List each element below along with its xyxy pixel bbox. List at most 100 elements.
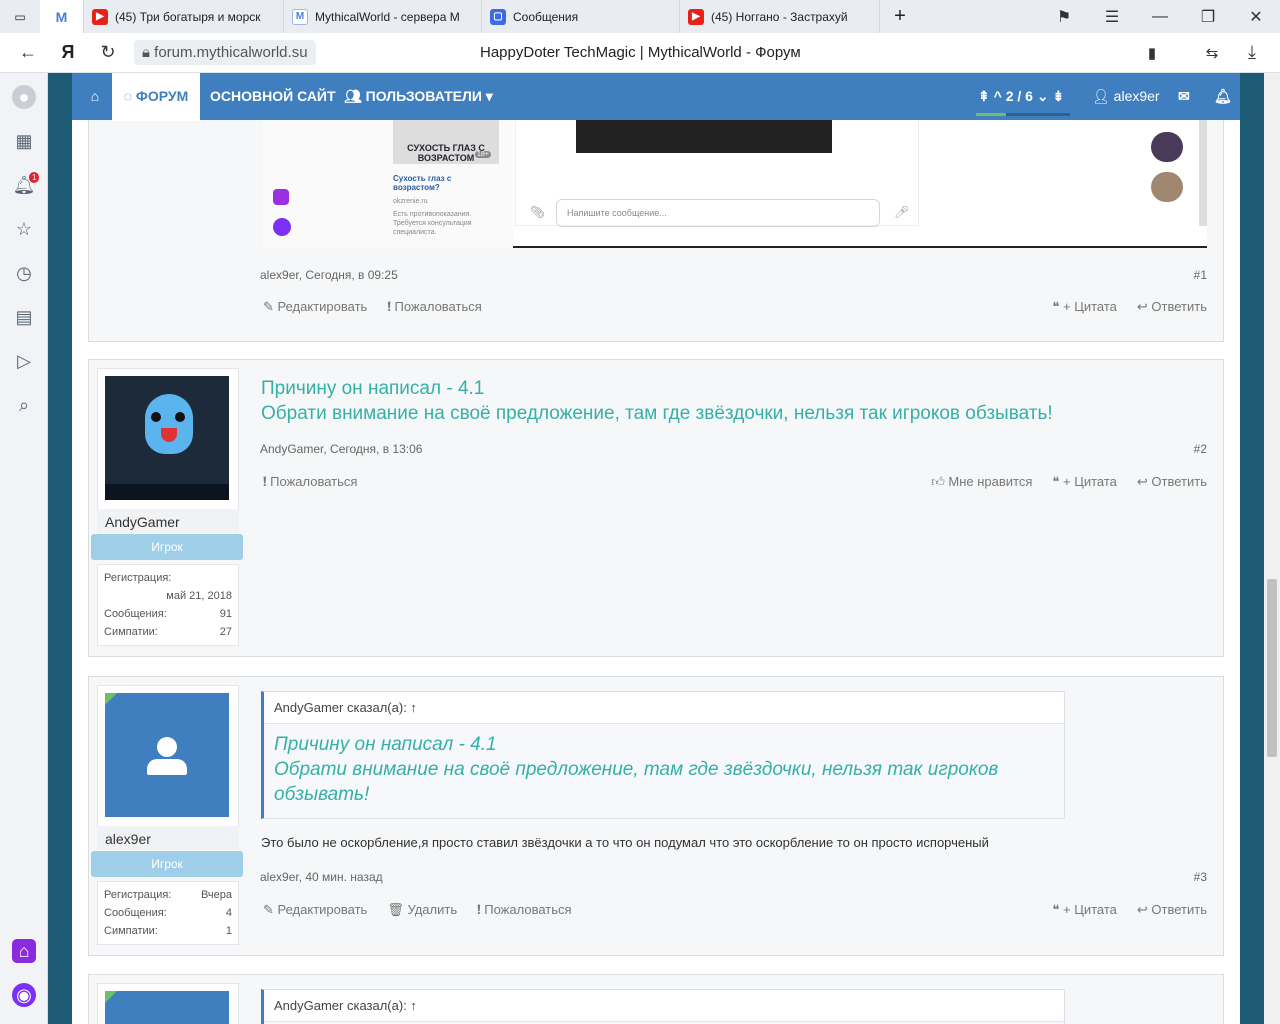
edit-button[interactable]: ✎ Редактировать [263,902,367,918]
post-number-link[interactable]: #3 [1194,870,1207,884]
user-icon: 👤︎ [1092,88,1114,104]
post-3: alex9er Игрок Регистрация: Вчера Сообщени… [88,676,1224,956]
reload-icon[interactable]: ↻ [88,42,128,63]
edit-label: Редактировать [277,299,368,314]
minimize-icon[interactable]: — [1136,0,1184,33]
alice-icon[interactable]: ◉ [12,983,36,1007]
stat-value: 27 [219,626,232,638]
delete-button[interactable]: 🗑︎ Удалить [387,902,457,918]
pager-text: 2 / 6 [1005,88,1033,104]
edit-label: Редактировать [277,902,368,917]
reply-button[interactable]: ↩ Ответить [1137,474,1207,490]
forum-container: ⌂ ◌ ФОРУМ ОСНОВНОЙ САЙТ 👥︎ ПОЛЬЗОВАТЕЛИ … [72,73,1240,1024]
report-button[interactable]: ❗︎ Пожаловаться [477,902,571,918]
stat-value: 91 [219,608,232,620]
inbox-icon[interactable]: ✉ [1178,73,1190,120]
market-icon[interactable]: ⌂ [12,939,36,963]
ad-site: okzrenie.ru [393,198,428,205]
favorites-icon[interactable]: ☆ [12,217,36,241]
tab-messages[interactable]: ▢ Сообщения [482,0,680,33]
ad-warning: Есть противопоказания. Требуется консуль… [393,211,472,236]
mythicalworld-icon: M [292,8,308,25]
nav-forum[interactable]: ◌ ФОРУМ [112,73,200,121]
alerts-icon[interactable]: 🔔︎ [1214,73,1232,120]
post-4: AndyGamer сказал(а): ↑ [88,974,1224,1024]
yandex-icon[interactable]: Я [48,42,88,63]
tab-label: Сообщения [513,9,579,24]
stat-label: Регистрация: [104,572,172,584]
url-text: forum.mythicalworld.su [154,44,308,61]
collections-icon[interactable]: ▤ [12,305,36,329]
menu-icon[interactable]: ☰ [1088,0,1136,33]
reply-label: Ответить [1151,474,1207,489]
edit-button[interactable]: ✎ Редактировать [263,299,367,315]
stat-value: 4 [225,907,232,919]
home-icon[interactable]: ⌂ [80,73,110,120]
reply-button[interactable]: ↩ Ответить [1137,902,1207,918]
mic-icon: 🎤︎ [894,205,910,219]
contact-avatar [1151,172,1183,202]
reply-icon: ↩ [1136,902,1152,917]
youtube-icon: ▶ [92,8,108,25]
embedded-video [576,115,832,153]
reply-button[interactable]: ↩ Ответить [1137,299,1207,315]
quote-icon: ❝ [1052,299,1064,314]
avatar[interactable] [105,693,229,817]
url-field[interactable]: 🔒︎ forum.mythicalworld.su [134,40,316,65]
like-button[interactable]: 👍︎ Мне нравится [931,474,1032,490]
tab-youtube-2[interactable]: ▶ (45) Ноггано - Застрахуй [680,0,880,33]
message-input: Напишите сообщение... [556,199,880,227]
youtube-icon: ▶ [688,8,704,25]
video-icon[interactable]: ▷ [12,349,36,373]
profile-icon[interactable]: ● [12,85,36,109]
web-page: ⌂ ◌ ФОРУМ ОСНОВНОЙ САЙТ 👥︎ ПОЛЬЗОВАТЕЛИ … [48,73,1264,1024]
pencil-icon: ✎ [263,902,278,917]
nav-users[interactable]: 👥︎ ПОЛЬЗОВАТЕЛИ ▾ [344,73,493,120]
page-scrollbar[interactable] [1264,73,1280,1024]
apps-grid-icon[interactable]: ▦ [12,129,36,153]
bookmark-icon[interactable]: ▮ [1132,44,1172,62]
download-icon[interactable]: ⤓ [1232,42,1272,63]
user-info: alex9er Игрок Регистрация: Вчера Сообщени… [91,685,243,949]
back-icon[interactable]: ← [8,42,48,63]
bookmarks-icon[interactable]: ⚑ [1040,0,1088,33]
report-button[interactable]: ❗︎ Пожаловаться [387,299,481,315]
scrollbar-thumb[interactable] [1267,579,1277,757]
search-doc-icon[interactable]: ⌕ [12,393,36,417]
messages-icon: ▢ [490,8,506,25]
translate-icon[interactable]: ⇆ [1192,44,1232,62]
nav-forum-label: ФОРУМ [135,88,189,104]
report-label: Пожаловаться [270,474,358,489]
avatar[interactable] [105,991,229,1024]
post-number-link[interactable]: #2 [1194,442,1207,456]
new-tab-button[interactable]: + [880,0,920,33]
report-button[interactable]: ❗︎ Пожаловаться [263,474,357,490]
tab-mythicalworld[interactable]: M MythicalWorld - сервера M [284,0,482,33]
post-meta: alex9er, 40 мин. назад [260,870,383,884]
quote-block: AndyGamer сказал(а): ↑ Причину он написа… [261,691,1065,819]
quote-header[interactable]: AndyGamer сказал(а): ↑ [264,692,1064,724]
sidebar-toggle-icon[interactable]: ▭ [0,0,40,33]
reply-label: Ответить [1151,902,1207,917]
username[interactable]: alex9er [97,826,239,850]
restore-icon[interactable]: ❐ [1184,0,1232,33]
tab-pinned-mail[interactable]: M [40,0,84,33]
user-menu[interactable]: 👤︎ alex9er [1092,73,1160,120]
close-icon[interactable]: ✕ [1232,0,1280,33]
quote-button[interactable]: ❝ + Цитата [1052,299,1116,315]
tab-label: (45) Ноггано - Застрахуй [711,9,848,24]
quote-icon: ❝ [1052,474,1064,489]
tab-label: MythicalWorld - сервера M [315,9,460,24]
stat-label: Симпатии: [104,626,158,638]
avatar[interactable] [105,376,229,500]
quote-button[interactable]: ❝ + Цитата [1052,474,1116,490]
history-icon[interactable]: ◷ [12,261,36,285]
username[interactable]: AndyGamer [97,509,239,533]
tab-youtube-1[interactable]: ▶ (45) Три богатыря и морск [84,0,284,33]
quote-header[interactable]: AndyGamer сказал(а): ↑ [264,990,1064,1022]
market-icon [273,189,289,205]
nav-main-site[interactable]: ОСНОВНОЙ САЙТ [210,73,336,120]
post-number-link[interactable]: #1 [1194,268,1207,282]
quote-button[interactable]: ❝ + Цитата [1052,902,1116,918]
stat-value: май 21, 2018 [166,590,232,602]
